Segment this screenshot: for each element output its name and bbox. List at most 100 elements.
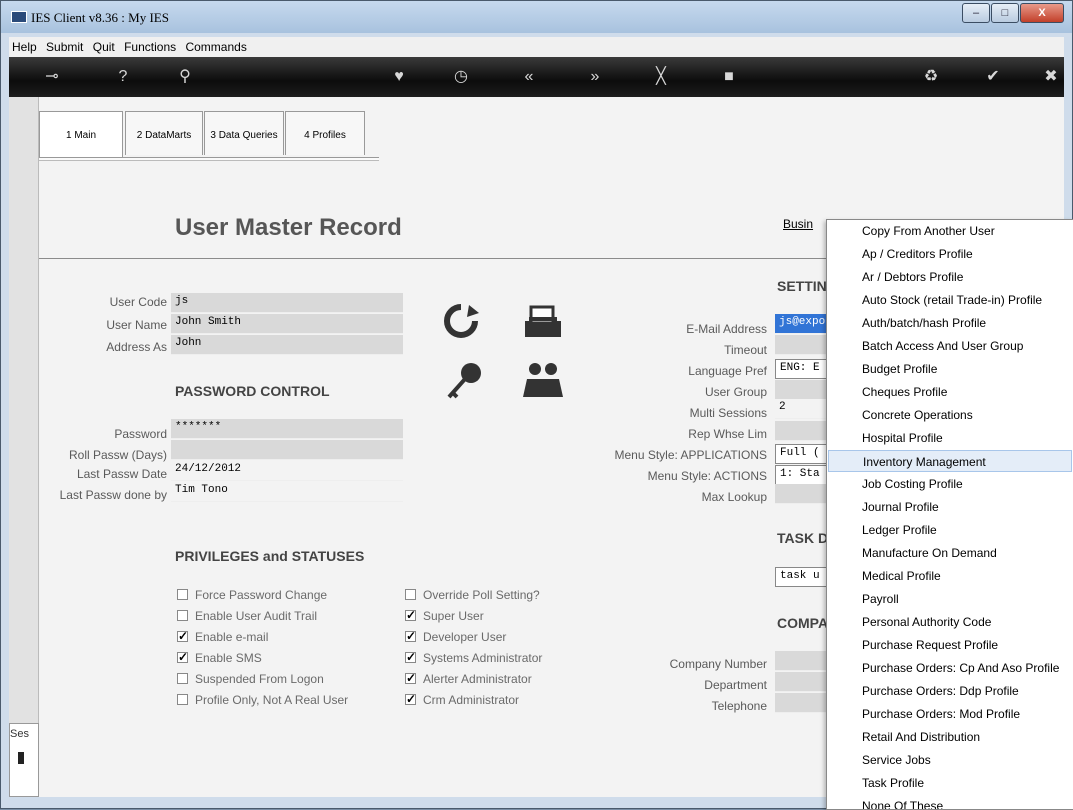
force-password-change-checkbox[interactable]: Force Password Change bbox=[177, 588, 327, 604]
popup-item-po-ddp[interactable]: Purchase Orders: Ddp Profile bbox=[828, 680, 1072, 702]
popup-item-journal[interactable]: Journal Profile bbox=[828, 496, 1072, 518]
search-icon[interactable]: ⚲ bbox=[173, 67, 197, 87]
popup-item-hospital[interactable]: Hospital Profile bbox=[828, 427, 1072, 449]
back-icon[interactable]: « bbox=[517, 67, 541, 87]
popup-item-service-jobs[interactable]: Service Jobs bbox=[828, 749, 1072, 771]
tools-icon[interactable]: ╳ bbox=[649, 67, 673, 87]
address-as-field[interactable]: John bbox=[171, 335, 403, 355]
forward-icon[interactable]: » bbox=[583, 67, 607, 87]
checkbox-box[interactable] bbox=[405, 650, 416, 664]
popup-item-personal-authority[interactable]: Personal Authority Code bbox=[828, 611, 1072, 633]
popup-item-ap-creditors[interactable]: Ap / Creditors Profile bbox=[828, 243, 1072, 265]
key-icon[interactable] bbox=[443, 359, 487, 403]
timeout-field[interactable] bbox=[775, 335, 827, 355]
popup-item-inventory[interactable]: Inventory Management bbox=[828, 450, 1072, 472]
crm-admin-checkbox[interactable]: Crm Administrator bbox=[405, 692, 519, 709]
popup-item-ar-debtors[interactable]: Ar / Debtors Profile bbox=[828, 266, 1072, 288]
checkbox-box[interactable] bbox=[177, 694, 188, 705]
tab-datamarts[interactable]: 2 DataMarts bbox=[125, 111, 203, 155]
systems-admin-checkbox[interactable]: Systems Administrator bbox=[405, 650, 542, 667]
popup-item-ledger[interactable]: Ledger Profile bbox=[828, 519, 1072, 541]
profile-only-checkbox[interactable]: Profile Only, Not A Real User bbox=[177, 693, 348, 709]
menu-help[interactable]: Help bbox=[9, 37, 40, 54]
popup-item-purchase-request[interactable]: Purchase Request Profile bbox=[828, 634, 1072, 656]
rep-whse-lim-field[interactable] bbox=[775, 421, 827, 441]
menu-quit[interactable]: Quit bbox=[90, 37, 118, 54]
password-field[interactable]: ******* bbox=[171, 419, 403, 439]
developer-user-checkbox[interactable]: Developer User bbox=[405, 629, 506, 646]
minimize-button[interactable]: – bbox=[962, 3, 990, 23]
clock-icon[interactable]: ◷ bbox=[449, 67, 473, 87]
key-icon[interactable]: ⊸ bbox=[37, 67, 67, 87]
language-pref-select[interactable]: ENG: E bbox=[775, 359, 827, 379]
tab-main[interactable]: 1 Main bbox=[39, 111, 123, 159]
telephone-field[interactable] bbox=[775, 693, 827, 713]
fax-icon[interactable] bbox=[519, 299, 563, 343]
users-icon[interactable] bbox=[519, 359, 563, 403]
refresh-icon[interactable] bbox=[439, 299, 483, 343]
task-select[interactable]: task u bbox=[775, 567, 827, 587]
heart-icon[interactable]: ♥ bbox=[387, 67, 411, 87]
popup-item-cheques[interactable]: Cheques Profile bbox=[828, 381, 1072, 403]
popup-item-auth-batch-hash[interactable]: Auth/batch/hash Profile bbox=[828, 312, 1072, 334]
recycle-icon[interactable]: ♻ bbox=[919, 67, 943, 87]
popup-item-manufacture[interactable]: Manufacture On Demand bbox=[828, 542, 1072, 564]
user-name-field[interactable]: John Smith bbox=[171, 314, 403, 334]
business-profiles-link[interactable]: Busin bbox=[783, 217, 813, 231]
suspended-from-logon-checkbox[interactable]: Suspended From Logon bbox=[177, 672, 324, 688]
checkbox-box[interactable] bbox=[405, 608, 416, 622]
company-number-field[interactable] bbox=[775, 651, 827, 671]
user-code-field[interactable]: js bbox=[171, 293, 403, 313]
enable-sms-checkbox[interactable]: Enable SMS bbox=[177, 650, 262, 667]
super-user-checkbox[interactable]: Super User bbox=[405, 608, 484, 625]
popup-item-payroll[interactable]: Payroll bbox=[828, 588, 1072, 610]
menu-style-apps-select[interactable]: Full ( bbox=[775, 444, 827, 464]
checkbox-box[interactable] bbox=[177, 650, 188, 664]
email-field[interactable]: js@expo bbox=[775, 314, 827, 334]
max-lookup-field[interactable] bbox=[775, 484, 827, 504]
popup-item-budget[interactable]: Budget Profile bbox=[828, 358, 1072, 380]
popup-item-po-mod[interactable]: Purchase Orders: Mod Profile bbox=[828, 703, 1072, 725]
menu-functions[interactable]: Functions bbox=[121, 37, 179, 54]
checkbox-box[interactable] bbox=[405, 629, 416, 643]
left-strip bbox=[9, 97, 39, 797]
checkbox-box[interactable] bbox=[177, 610, 188, 621]
alerter-admin-checkbox[interactable]: Alerter Administrator bbox=[405, 671, 532, 688]
checkbox-box[interactable] bbox=[177, 629, 188, 643]
cancel-icon[interactable]: ✖ bbox=[1039, 67, 1063, 87]
user-group-field[interactable] bbox=[775, 380, 827, 400]
menu-style-actions-select[interactable]: 1: Sta bbox=[775, 465, 827, 485]
tab-profiles[interactable]: 4 Profiles bbox=[285, 111, 365, 155]
close-button[interactable]: X bbox=[1020, 3, 1064, 23]
settings-heading: SETTIN bbox=[777, 278, 827, 294]
multi-sessions-field[interactable]: 2 bbox=[775, 399, 827, 419]
menu-submit[interactable]: Submit bbox=[43, 37, 86, 54]
checkbox-box[interactable] bbox=[177, 589, 188, 600]
checkbox-box[interactable] bbox=[405, 589, 416, 600]
popup-item-job-costing[interactable]: Job Costing Profile bbox=[828, 473, 1072, 495]
check-icon[interactable]: ✔ bbox=[981, 67, 1005, 87]
enable-audit-trail-checkbox[interactable]: Enable User Audit Trail bbox=[177, 609, 317, 625]
popup-item-medical[interactable]: Medical Profile bbox=[828, 565, 1072, 587]
popup-item-copy-from-user[interactable]: Copy From Another User bbox=[828, 220, 1072, 242]
department-field[interactable] bbox=[775, 672, 827, 692]
checkbox-box[interactable] bbox=[405, 671, 416, 685]
popup-item-po-cp-aso[interactable]: Purchase Orders: Cp And Aso Profile bbox=[828, 657, 1072, 679]
popup-item-auto-stock[interactable]: Auto Stock (retail Trade-in) Profile bbox=[828, 289, 1072, 311]
override-poll-checkbox[interactable]: Override Poll Setting? bbox=[405, 588, 540, 604]
popup-item-batch-access[interactable]: Batch Access And User Group bbox=[828, 335, 1072, 357]
menu-commands[interactable]: Commands bbox=[182, 37, 249, 54]
roll-passw-field[interactable] bbox=[171, 440, 403, 460]
popup-item-retail[interactable]: Retail And Distribution bbox=[828, 726, 1072, 748]
tab-data-queries[interactable]: 3 Data Queries bbox=[204, 111, 284, 155]
popup-item-concrete[interactable]: Concrete Operations bbox=[828, 404, 1072, 426]
stop-icon[interactable]: ■ bbox=[717, 67, 741, 87]
checkbox-box[interactable] bbox=[405, 692, 416, 706]
popup-item-task-profile[interactable]: Task Profile bbox=[828, 772, 1072, 794]
checkbox-box[interactable] bbox=[177, 673, 188, 684]
enable-email-checkbox[interactable]: Enable e-mail bbox=[177, 629, 268, 646]
popup-item-none[interactable]: None Of These bbox=[828, 795, 1072, 809]
help-icon[interactable]: ? bbox=[111, 67, 135, 87]
address-as-label: Address As bbox=[106, 340, 167, 354]
maximize-button[interactable]: □ bbox=[991, 3, 1019, 23]
